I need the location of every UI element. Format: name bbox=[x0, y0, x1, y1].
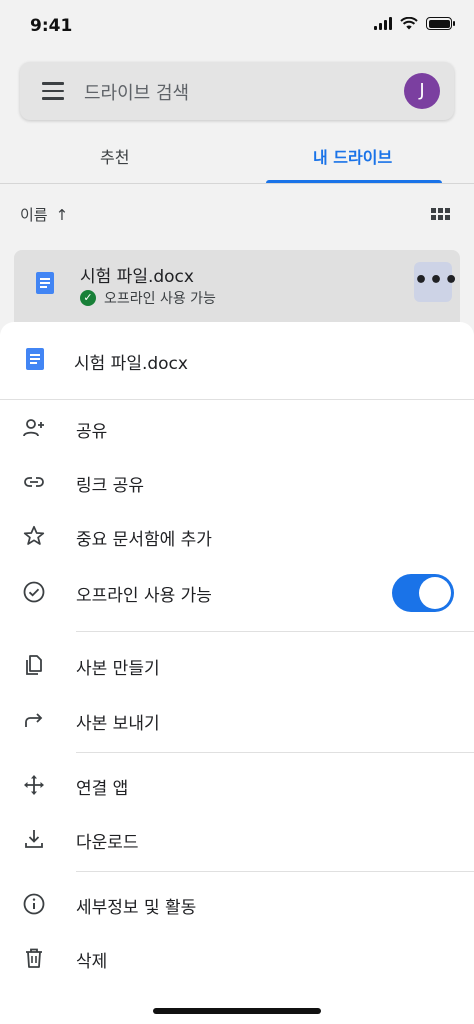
file-offline-status: ✓ 오프라인 사용 가능 bbox=[80, 288, 216, 308]
status-icons bbox=[374, 17, 455, 30]
active-tab-indicator bbox=[266, 180, 442, 183]
action-bottom-sheet: 시험 파일.docx 공유 링크 공유 중요 문서함에 추가 오프라인 사용 가… bbox=[0, 322, 474, 1024]
menu-item-share[interactable]: 공유 bbox=[0, 401, 474, 455]
menu-item-label: 중요 문서함에 추가 bbox=[76, 530, 212, 550]
sheet-file-name: 시험 파일.docx bbox=[74, 354, 188, 374]
tab-my-drive[interactable]: 내 드라이브 bbox=[313, 144, 392, 168]
document-icon bbox=[36, 272, 54, 294]
document-icon bbox=[26, 348, 44, 370]
file-card[interactable]: 시험 파일.docx ✓ 오프라인 사용 가능 ••• bbox=[14, 250, 460, 322]
sort-arrow-icon[interactable]: ↑ bbox=[56, 206, 69, 224]
trash-icon bbox=[26, 948, 42, 968]
menu-item-label: 다운로드 bbox=[76, 833, 139, 853]
menu-item-label: 사본 보내기 bbox=[76, 714, 160, 734]
file-name: 시험 파일.docx bbox=[80, 267, 194, 287]
home-indicator[interactable] bbox=[153, 1008, 321, 1014]
tab-suggested[interactable]: 추천 bbox=[100, 144, 129, 168]
download-icon bbox=[25, 830, 43, 848]
menu-item-add-starred[interactable]: 중요 문서함에 추가 bbox=[0, 509, 474, 563]
menu-item-label: 오프라인 사용 가능 bbox=[76, 586, 212, 606]
menu-item-label: 삭제 bbox=[76, 952, 108, 972]
menu-item-download[interactable]: 다운로드 bbox=[0, 812, 474, 866]
link-icon bbox=[24, 477, 44, 487]
hamburger-menu-icon[interactable] bbox=[42, 82, 64, 100]
menu-item-label: 세부정보 및 활동 bbox=[76, 898, 197, 918]
toggle-knob bbox=[419, 577, 451, 609]
more-options-button[interactable]: ••• bbox=[414, 262, 458, 302]
offline-check-icon: ✓ bbox=[80, 290, 96, 306]
menu-item-label: 사본 만들기 bbox=[76, 659, 160, 679]
info-icon bbox=[23, 893, 45, 915]
menu-item-label: 공유 bbox=[76, 422, 108, 442]
cellular-signal-icon bbox=[374, 17, 392, 30]
move-arrows-icon bbox=[24, 775, 44, 795]
grid-view-icon[interactable] bbox=[431, 208, 450, 220]
menu-item-offline[interactable]: 오프라인 사용 가능 bbox=[0, 565, 474, 619]
avatar[interactable]: J bbox=[404, 73, 440, 109]
divider bbox=[76, 752, 474, 753]
menu-item-details[interactable]: 세부정보 및 활동 bbox=[0, 877, 474, 931]
menu-item-make-copy[interactable]: 사본 만들기 bbox=[0, 638, 474, 692]
copy-icon bbox=[26, 655, 42, 675]
status-time: 9:41 bbox=[30, 16, 73, 36]
search-bar[interactable]: 드라이브 검색 J bbox=[20, 62, 454, 120]
send-arrow-icon bbox=[25, 713, 43, 727]
offline-check-icon bbox=[23, 581, 45, 603]
menu-item-label: 연결 앱 bbox=[76, 779, 129, 799]
menu-item-label: 링크 공유 bbox=[76, 476, 144, 496]
menu-item-connected-apps[interactable]: 연결 앱 bbox=[0, 758, 474, 812]
offline-toggle[interactable] bbox=[392, 574, 454, 612]
status-bar: 9:41 bbox=[0, 0, 474, 52]
battery-icon bbox=[426, 17, 455, 30]
wifi-icon bbox=[400, 17, 418, 30]
menu-item-share-link[interactable]: 링크 공유 bbox=[0, 455, 474, 509]
sheet-header: 시험 파일.docx bbox=[0, 322, 474, 400]
menu-item-delete[interactable]: 삭제 bbox=[0, 931, 474, 985]
person-add-icon bbox=[23, 419, 44, 437]
file-status-text: 오프라인 사용 가능 bbox=[104, 291, 216, 307]
star-icon bbox=[23, 525, 45, 545]
divider bbox=[76, 871, 474, 872]
divider bbox=[76, 631, 474, 632]
tab-bar: 추천 내 드라이브 bbox=[0, 124, 474, 184]
sort-label[interactable]: 이름 bbox=[20, 206, 48, 224]
sort-row: 이름 ↑ bbox=[20, 204, 454, 230]
menu-item-send-copy[interactable]: 사본 보내기 bbox=[0, 693, 474, 747]
search-placeholder[interactable]: 드라이브 검색 bbox=[84, 79, 189, 105]
